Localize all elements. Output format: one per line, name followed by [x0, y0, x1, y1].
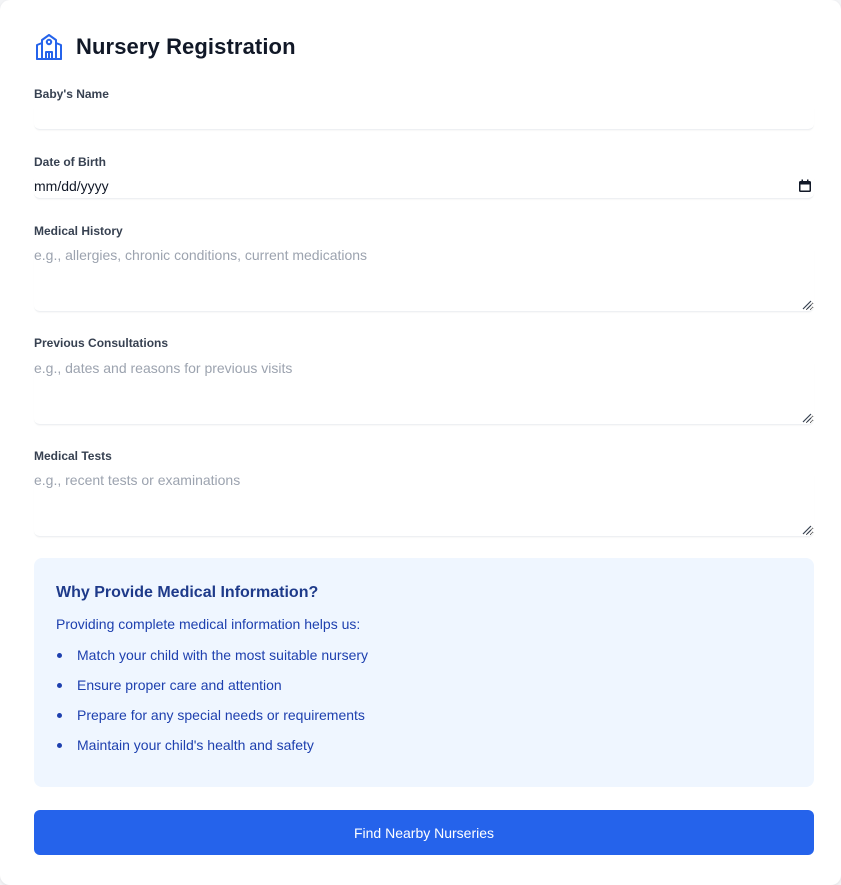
medical-history-wrapper [34, 246, 814, 312]
list-item-text: Match your child with the most suitable … [77, 647, 369, 663]
medical-history-textarea[interactable] [34, 246, 814, 312]
baby-name-input[interactable] [34, 104, 814, 130]
list-item: Prepare for any special needs or require… [56, 706, 792, 736]
find-nearby-nurseries-button[interactable]: Find Nearby Nurseries [34, 810, 814, 855]
medical-info-box: Why Provide Medical Information? Providi… [34, 558, 814, 787]
previous-consultations-textarea[interactable] [34, 359, 814, 425]
school-building-icon [36, 34, 62, 60]
info-intro: Providing complete medical information h… [56, 616, 361, 632]
medical-tests-textarea[interactable] [34, 471, 814, 537]
bullet-icon [57, 743, 62, 748]
page-title: Nursery Registration [76, 34, 296, 59]
bullet-icon [57, 683, 62, 688]
list-item: Ensure proper care and attention [56, 676, 792, 706]
calendar-icon[interactable] [798, 179, 812, 193]
resize-handle-icon[interactable] [802, 300, 812, 310]
medical-tests-label: Medical Tests [34, 449, 112, 463]
page-header: Nursery Registration [34, 32, 296, 62]
dob-value: mm/dd/yyyy [34, 178, 109, 194]
resize-handle-icon[interactable] [802, 413, 812, 423]
dob-date-input[interactable]: mm/dd/yyyy [34, 174, 814, 199]
list-item: Maintain your child's health and safety [56, 736, 792, 766]
previous-consultations-wrapper [34, 359, 814, 425]
registration-card: Nursery Registration Baby's Name Date of… [0, 0, 841, 885]
info-list: Match your child with the most suitable … [56, 646, 792, 766]
list-item-text: Ensure proper care and attention [77, 677, 282, 693]
list-item-text: Prepare for any special needs or require… [77, 707, 365, 723]
info-title: Why Provide Medical Information? [56, 584, 319, 601]
medical-history-label: Medical History [34, 224, 123, 238]
dob-label: Date of Birth [34, 155, 106, 169]
baby-name-label: Baby's Name [34, 87, 109, 101]
previous-consultations-label: Previous Consultations [34, 336, 169, 350]
medical-tests-wrapper [34, 471, 814, 537]
list-item-text: Maintain your child's health and safety [77, 737, 314, 753]
bullet-icon [57, 713, 62, 718]
bullet-icon [57, 653, 62, 658]
list-item: Match your child with the most suitable … [56, 646, 792, 676]
resize-handle-icon[interactable] [802, 525, 812, 535]
